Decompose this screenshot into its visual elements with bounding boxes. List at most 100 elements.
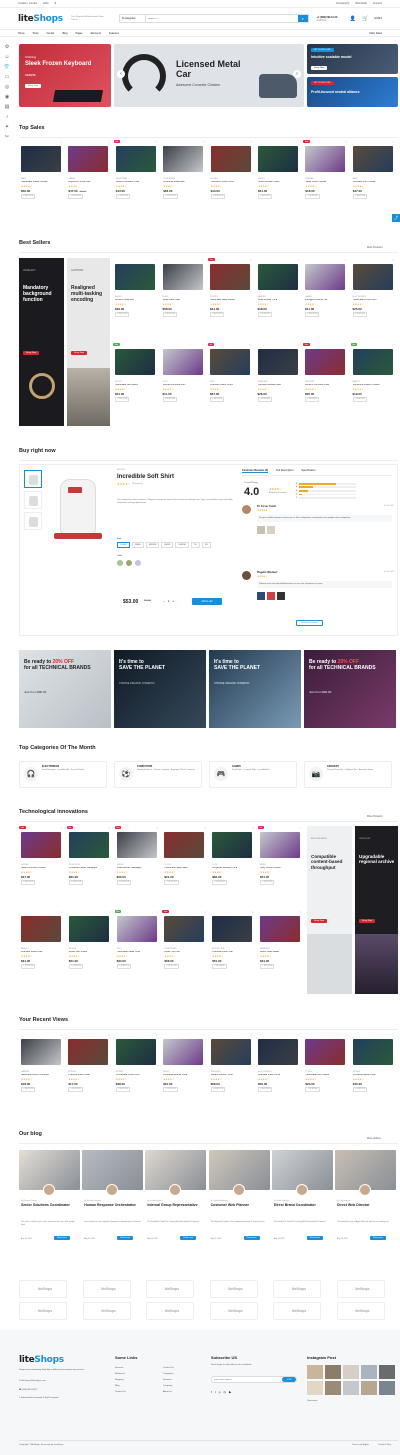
product-card[interactable]: Sale ♡ GARDEN Sleek Cotton Gloves ★★★★☆ $18.0… <box>303 140 348 220</box>
product-card[interactable]: ♡ BEAUTY Licensed Metal Chair ★★★★☆ $31.00 ✓ … <box>19 910 64 990</box>
heart-icon[interactable]: ♡ <box>250 1033 253 1037</box>
product-image[interactable] <box>212 916 253 942</box>
product-image[interactable] <box>163 146 204 172</box>
tab-specification[interactable]: Specification <box>301 469 315 473</box>
review-photo[interactable] <box>257 526 265 534</box>
product-card[interactable]: ♡ MOVIES Rustic Soft Shoes ★★★★☆ $51.00 ✓ IN … <box>67 910 112 990</box>
size-option[interactable]: LARGE <box>161 542 174 548</box>
product-name[interactable]: Generic Metal Ball <box>115 299 157 301</box>
blog-post[interactable]: by Eleanora Schmitt Senior Solutions Coor… <box>19 1150 80 1260</box>
music-icon[interactable]: ♪ <box>6 114 9 120</box>
brand-logo[interactable]: ◌ liteShops <box>146 1302 194 1320</box>
heart-icon[interactable]: ♡ <box>345 140 348 144</box>
blog-post-title[interactable]: Internal Group Representative <box>147 1203 205 1208</box>
instagram-photo[interactable] <box>343 1365 359 1379</box>
heart-icon[interactable]: ♡ <box>108 140 111 144</box>
heart-icon[interactable]: ♡ <box>156 826 159 830</box>
promo-2-button[interactable]: Shop Now <box>71 351 88 355</box>
product-card[interactable]: ♡ GARDEN Small Rubber Tuna ★★★★☆ $18.00 ✓ IN … <box>256 258 301 338</box>
size-option[interactable]: MEDIUM <box>146 542 160 548</box>
tech-promo-2[interactable]: JEWELERY Upgradable regional archive Sho… <box>355 826 398 994</box>
laptop-icon[interactable]: ▭ <box>5 74 10 80</box>
review-photo[interactable] <box>267 526 275 534</box>
review-photo[interactable] <box>267 592 275 600</box>
category-box-electronics[interactable]: 🎧 ELECTRONICS Small Sausages · Incredibl… <box>19 761 107 788</box>
heart-icon[interactable]: ♡ <box>250 140 253 144</box>
product-name[interactable]: Small Wooden Pants <box>258 181 300 183</box>
banner-1-shop-button[interactable]: Shop Now <box>25 84 42 88</box>
blog-post-title[interactable]: Direct Web Director <box>337 1203 395 1208</box>
product-name[interactable]: Tasty Cotton Gloves <box>260 867 302 869</box>
instagram-more-link[interactable]: View more <box>307 1400 317 1402</box>
heart-icon[interactable]: ♡ <box>297 258 300 262</box>
product-name[interactable]: Generic Rubber Tuna <box>211 1074 253 1076</box>
product-card[interactable]: ♡ TOYS Refined Concrete Fish ★★★★☆ $11.00 ✓ I… <box>161 343 206 423</box>
tech-promo-2-button[interactable]: Shop Now <box>359 919 376 923</box>
product-name[interactable]: Incredible Plastic Sausages <box>69 867 111 869</box>
add-to-cart-button[interactable]: Add to cart <box>192 598 222 605</box>
footer-email[interactable]: ✉ liteshops@liteshops.com <box>19 1379 46 1382</box>
product-card[interactable]: ♡ MUSIC Small Fresh Bike ★★★★☆ $68.00 ✓ IN ST… <box>161 258 206 338</box>
brand-logo[interactable]: ◌ liteShops <box>82 1302 131 1320</box>
product-card[interactable]: ♡ MOVIES Incredible Metal Chips ★★★★☆ $45.00… <box>351 1033 396 1113</box>
instagram-photo[interactable] <box>307 1381 323 1395</box>
product-card[interactable]: ♡ JEWELERY Generic Rubber Tuna ★★★★☆ $58.00 ✓… <box>209 1033 254 1113</box>
instagram-photo[interactable] <box>361 1381 377 1395</box>
product-name[interactable]: Gorgeous Wooden Tuna <box>212 867 254 869</box>
product-name[interactable]: Incredible Granite Tuna <box>163 1074 205 1076</box>
thumb-3[interactable] <box>24 512 42 530</box>
product-card[interactable]: ♡ MUSIC Incredible Granite Tuna ★★★★☆ $15.00… <box>161 1033 206 1113</box>
product-image[interactable] <box>115 1039 156 1065</box>
product-image[interactable] <box>305 264 345 290</box>
heart-icon[interactable]: ♡ <box>345 1033 348 1037</box>
product-image[interactable] <box>21 832 61 858</box>
blog-post-title[interactable]: Human Response Orchestrator <box>84 1203 142 1208</box>
location-selector[interactable]: Location: London <box>18 2 37 5</box>
product-image[interactable] <box>210 349 250 375</box>
product-name[interactable]: Small Fresh Bike <box>163 299 205 301</box>
tech-more-link[interactable]: More Products <box>367 815 383 818</box>
heart-icon[interactable]: ♡ <box>392 343 395 347</box>
heart-icon[interactable]: ♡ <box>299 910 302 914</box>
product-name[interactable]: Licensed Wooden Bike <box>258 384 300 386</box>
product-name[interactable]: Licensed Frozen Pizza <box>211 181 253 183</box>
product-image[interactable] <box>210 264 250 290</box>
product-image[interactable] <box>164 916 205 942</box>
hero-banner-4[interactable]: UP TO 50% OFF Profit-focused neutral all… <box>307 77 398 107</box>
heart-icon[interactable]: ♡ <box>108 826 111 830</box>
product-card[interactable]: Hot ♡ MUSIC Tasty Cotton Gloves ★★★★☆ $51.00 ✓… <box>258 826 303 906</box>
product-card[interactable]: New ♡ BOOKS Handmade Soft Bacon ★★★★☆ $51.00 ✓… <box>113 343 158 423</box>
tab-description[interactable]: Full Description <box>276 469 293 473</box>
product-card[interactable]: ♡ TOOLS Handmade Steel Table ★★★★☆ $21.00 ✓ I… <box>162 826 207 906</box>
brand-logo[interactable]: ◌ liteShops <box>19 1280 67 1298</box>
daily-sales-link[interactable]: Daily Sales <box>369 32 382 35</box>
instagram-photo[interactable] <box>379 1381 395 1395</box>
category-box-computers[interactable]: ⚽ COMPUTERS Handmade Bacon · Generic Com… <box>114 761 202 788</box>
plus-icon[interactable]: + <box>172 599 174 603</box>
product-image[interactable] <box>163 1039 204 1065</box>
product-image[interactable] <box>257 264 298 290</box>
product-card[interactable]: Hot ♡ KIDS Practical Cotton Chips ★★★★☆ $67.0… <box>208 343 253 423</box>
instagram-photo[interactable] <box>379 1365 395 1379</box>
product-image[interactable] <box>352 349 393 375</box>
size-option[interactable]: XLARGE <box>175 542 189 548</box>
product-image[interactable] <box>257 349 298 375</box>
color-swatch-green[interactable] <box>117 560 123 566</box>
heart-icon[interactable]: ♡ <box>60 826 63 830</box>
cookie-link[interactable]: Cookie Policy <box>378 1444 391 1446</box>
product-image[interactable] <box>21 146 61 172</box>
review-photo[interactable] <box>257 592 265 600</box>
compare-link[interactable]: Compare(0) <box>336 2 349 5</box>
product-name[interactable]: Handmade Soft Bacon <box>115 384 157 386</box>
brand-logo[interactable]: ◌ liteShops <box>209 1280 258 1298</box>
product-image[interactable] <box>260 916 300 942</box>
category-sublinks[interactable]: Small Sausages · Incredible Ball · Pract… <box>42 769 106 772</box>
gift-icon[interactable]: ✦ <box>5 124 9 130</box>
footer-logo[interactable]: liteShops <box>19 1355 64 1365</box>
product-card[interactable]: ♡ TOYS Gorgeous Wooden Tuna ★★★★☆ $62.00 ✓ IN… <box>210 826 255 906</box>
twitter-icon[interactable]: t <box>215 1390 216 1394</box>
heart-icon[interactable]: ♡ <box>60 140 63 144</box>
product-name[interactable]: Handmade Plastic Gloves <box>21 181 63 183</box>
product-image[interactable] <box>305 146 346 172</box>
heart-icon[interactable]: ♡ <box>392 140 395 144</box>
